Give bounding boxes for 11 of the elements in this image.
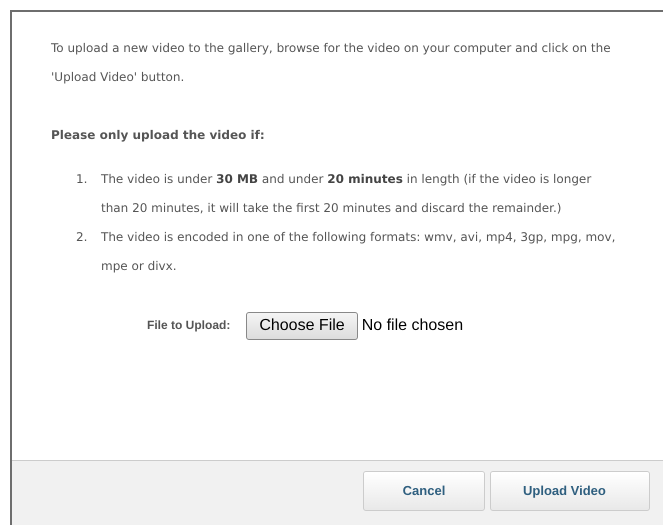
file-label: File to Upload: bbox=[147, 317, 230, 334]
footer-button[interactable]: Cancel bbox=[363, 471, 485, 511]
list-number: 1. bbox=[76, 171, 88, 188]
condition-text: The video is under 30 MB and under 20 minutes in length (if the video is longer than 20 minutes, it will take the first 20 minutes and discard the remainder.) bbox=[101, 171, 592, 217]
choose-file-button[interactable]: Choose File bbox=[246, 312, 358, 340]
intro-text: To upload a new video to the gallery, browse for the video on your computer and click on the 'Upload Video' button. bbox=[51, 40, 611, 86]
list-number: 2. bbox=[76, 229, 88, 246]
file-status: No file chosen bbox=[362, 316, 464, 336]
condition-text: The video is encoded in one of the following formats: wmv, avi, mp4, 3gp, mpg, mov, mpe or divx. bbox=[101, 229, 616, 275]
conditions-heading: Please only upload the video if: bbox=[51, 127, 266, 144]
footer-button[interactable]: Upload Video bbox=[490, 471, 650, 511]
